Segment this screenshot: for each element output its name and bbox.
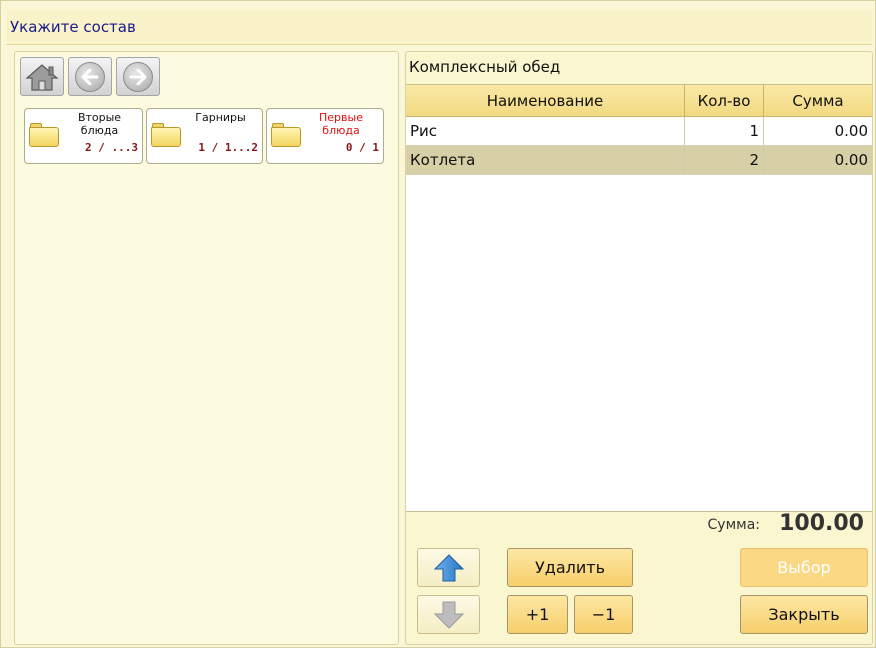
composition-panel: Комплексный обед Наименование Кол-во Сум… — [405, 51, 873, 645]
delete-button[interactable]: Удалить — [507, 548, 633, 587]
set-title: Комплексный обед — [409, 58, 561, 76]
folder-vtorye-blyuda[interactable]: Вторые блюда 2 / ...3 — [24, 108, 143, 164]
row-sum: 0.00 — [834, 151, 868, 169]
select-button[interactable]: Выбор — [740, 548, 868, 587]
back-button[interactable] — [68, 57, 112, 96]
arrow-down-icon — [433, 601, 464, 629]
move-down-button[interactable] — [417, 595, 480, 634]
total-label: Сумма: — [707, 517, 760, 533]
table-row-selected[interactable]: Котлета 2 0.00 — [406, 146, 872, 175]
column-header-qty[interactable]: Кол-во — [685, 85, 764, 116]
arrow-up-icon — [433, 553, 464, 581]
forward-button[interactable] — [116, 57, 160, 96]
row-qty: 2 — [685, 146, 764, 174]
folder-label: Первые блюда — [319, 111, 363, 137]
arrow-right-icon — [123, 61, 153, 92]
row-qty: 1 — [685, 117, 764, 145]
folder-garniry[interactable]: Гарниры 1 / 1...2 — [146, 108, 263, 164]
table-header: Наименование Кол-во Сумма — [406, 85, 872, 117]
column-header-name[interactable]: Наименование — [406, 85, 685, 116]
arrow-left-icon — [75, 61, 105, 92]
folder-icon — [151, 123, 181, 147]
folder-pervye-blyuda[interactable]: Первые блюда 0 / 1 — [266, 108, 384, 164]
home-button[interactable] — [20, 57, 64, 96]
composition-dialog: Укажите состав Вторые блюда 2 / ...3 Гар… — [0, 0, 876, 648]
row-sum: 0.00 — [834, 122, 868, 140]
home-icon — [25, 63, 59, 91]
title-bar: Укажите состав — [6, 9, 872, 45]
composition-table: Наименование Кол-во Сумма Рис 1 0.00 Кот… — [406, 84, 872, 512]
close-button[interactable]: Закрыть — [740, 595, 868, 634]
total-value: 100.00 — [779, 511, 864, 536]
minus-one-button[interactable]: −1 — [574, 595, 633, 634]
row-name: Котлета — [406, 146, 685, 174]
category-panel: Вторые блюда 2 / ...3 Гарниры 1 / 1...2 П… — [14, 51, 399, 645]
folder-icon — [271, 123, 301, 147]
folder-count: 0 / 1 — [345, 141, 379, 154]
move-up-button[interactable] — [417, 548, 480, 587]
folder-icon — [29, 123, 59, 147]
plus-one-button[interactable]: +1 — [507, 595, 568, 634]
folder-label: Гарниры — [195, 111, 246, 124]
window-title: Укажите состав — [10, 18, 136, 36]
table-row[interactable]: Рис 1 0.00 — [406, 117, 872, 146]
folder-label: Вторые блюда — [77, 111, 122, 137]
row-name: Рис — [406, 117, 685, 145]
folder-count: 1 / 1...2 — [198, 141, 258, 154]
column-header-sum[interactable]: Сумма — [764, 85, 872, 116]
folder-count: 2 / ...3 — [85, 141, 138, 154]
